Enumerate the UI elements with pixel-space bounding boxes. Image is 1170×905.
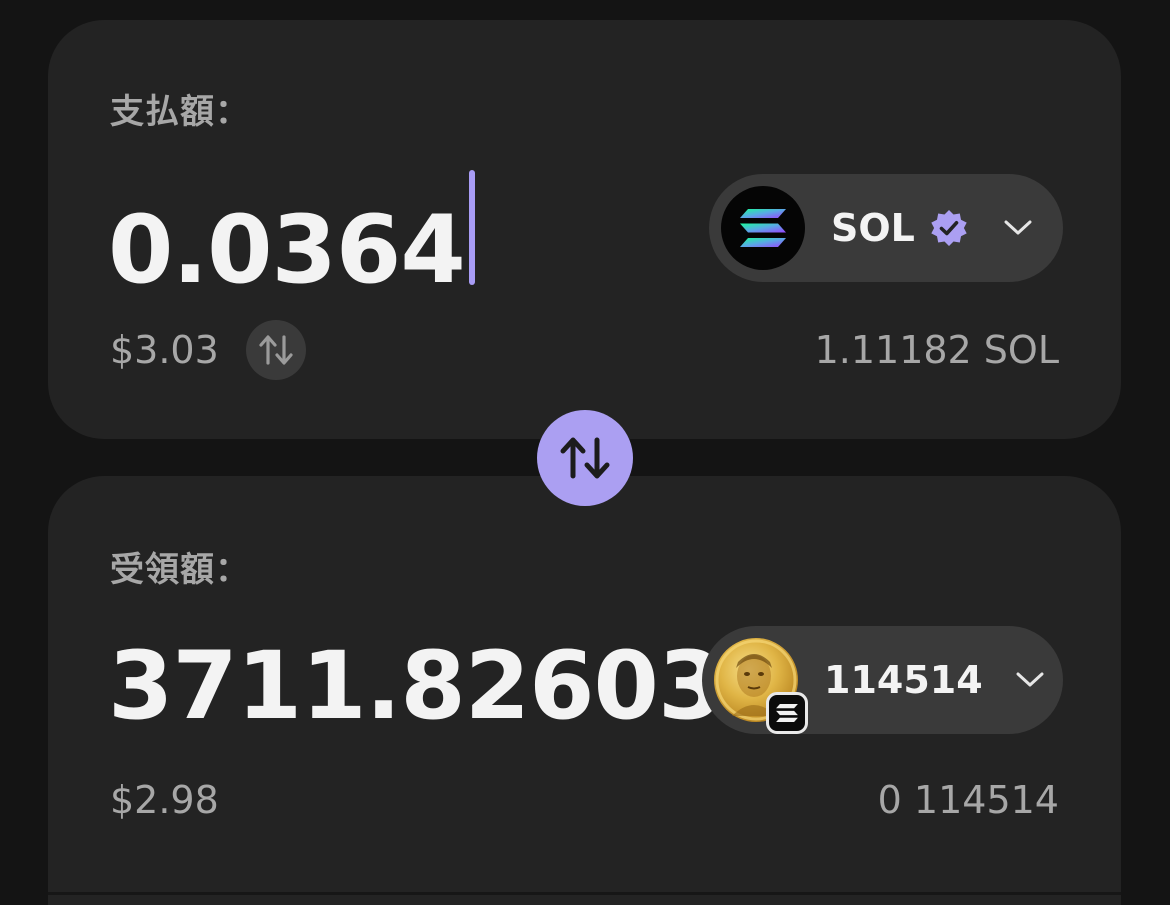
receive-label: 受領額： — [110, 550, 250, 590]
chevron-down-icon — [1003, 219, 1033, 237]
text-cursor — [468, 170, 475, 285]
receive-usd-value: $2.98 — [110, 778, 219, 822]
swap-arrows-icon — [560, 437, 610, 479]
receive-balance: 0 114514 — [877, 778, 1059, 822]
solana-logo-icon — [721, 186, 805, 270]
swap-screen: 支払額： 0.0364 SOL $3.03 1.11182 SOL 受領額： 3… — [0, 0, 1170, 905]
gold-coin-token-icon — [714, 638, 808, 734]
toggle-currency-button[interactable] — [246, 320, 306, 380]
receive-card: 受領額： 3711.82603 114514 $2.98 0 114514 — [48, 476, 1121, 905]
verified-badge-icon — [929, 208, 969, 248]
divider — [48, 892, 1121, 895]
swap-arrows-icon — [259, 335, 293, 365]
pay-token-symbol: SOL — [831, 206, 915, 250]
pay-amount-input[interactable]: 0.0364 — [108, 204, 466, 298]
receive-amount: 3711.82603 — [108, 632, 723, 741]
receive-token-symbol: 114514 — [824, 658, 983, 702]
chevron-down-icon — [1015, 671, 1045, 689]
receive-token-selector[interactable]: 114514 — [702, 626, 1063, 734]
pay-label: 支払額： — [110, 92, 250, 132]
pay-card: 支払額： 0.0364 SOL $3.03 1.11182 SOL — [48, 20, 1121, 439]
pay-token-selector[interactable]: SOL — [709, 174, 1063, 282]
pay-balance: 1.11182 SOL — [814, 328, 1059, 372]
swap-direction-button[interactable] — [537, 410, 633, 506]
pay-usd-value: $3.03 — [110, 328, 219, 372]
solana-network-icon — [766, 692, 808, 734]
